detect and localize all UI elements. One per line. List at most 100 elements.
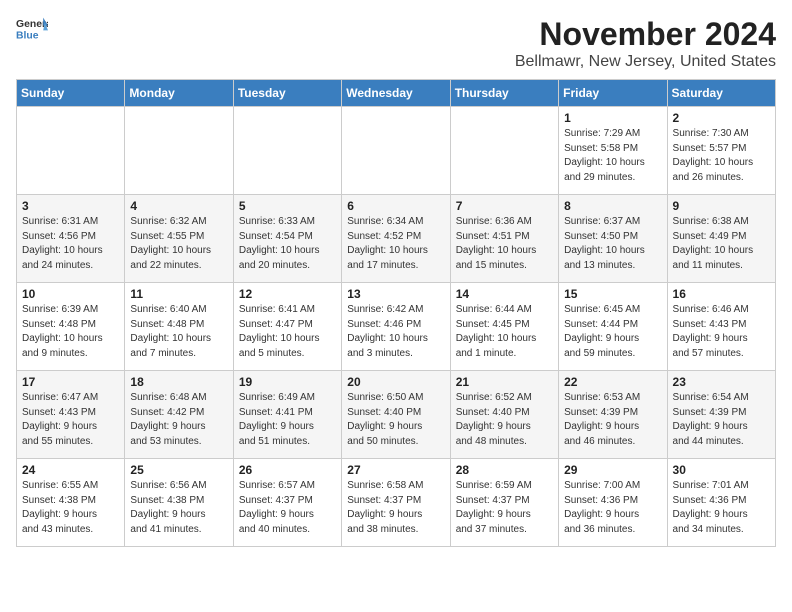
weekday-header-tuesday: Tuesday [233,80,341,107]
day-number: 18 [130,375,227,389]
calendar-cell: 19 Sunrise: 6:49 AM Sunset: 4:41 PM Dayli… [233,371,341,459]
day-number: 9 [673,199,770,213]
calendar-week-1: 1 Sunrise: 7:29 AM Sunset: 5:58 PM Daylig… [17,107,776,195]
svg-text:Blue: Blue [16,30,39,41]
calendar-cell: 14Sunrise: 6:44 AM Sunset: 4:45 PM Dayli… [450,283,558,371]
day-number: 26 [239,463,336,477]
day-number: 12 [239,287,336,301]
weekday-header-row: SundayMondayTuesdayWednesdayThursdayFrid… [17,80,776,107]
calendar-cell [17,107,125,195]
day-info: Sunrise: 6:52 AM Sunset: 4:40 PM Dayligh… [456,391,553,449]
calendar-cell: 8 Sunrise: 6:37 AM Sunset: 4:50 PM Daylig… [559,195,667,283]
header: General Blue November 2024 Bellmawr, New… [16,16,776,71]
day-number: 27 [347,463,444,477]
calendar-cell [125,107,233,195]
calendar-cell [233,107,341,195]
calendar-cell: 29Sunrise: 7:00 AM Sunset: 4:36 PM Dayli… [559,459,667,547]
day-number: 23 [673,375,770,389]
day-number: 10 [22,287,119,301]
day-number: 1 [564,111,661,125]
day-number: 13 [347,287,444,301]
calendar-cell: 23 Sunrise: 6:54 AM Sunset: 4:39 PM Dayli… [667,371,775,459]
calendar-week-4: 17 Sunrise: 6:47 AM Sunset: 4:43 PM Dayli… [17,371,776,459]
calendar-cell: 12 Sunrise: 6:41 AM Sunset: 4:47 PM Dayli… [233,283,341,371]
location-title: Bellmawr, New Jersey, United States [515,53,776,71]
day-info: Sunrise: 6:37 AM Sunset: 4:50 PM Dayligh… [564,215,661,273]
day-number: 19 [239,375,336,389]
calendar-cell: 11Sunrise: 6:40 AM Sunset: 4:48 PM Dayli… [125,283,233,371]
calendar-cell: 21 Sunrise: 6:52 AM Sunset: 4:40 PM Dayli… [450,371,558,459]
calendar-cell: 26Sunrise: 6:57 AM Sunset: 4:37 PM Dayli… [233,459,341,547]
day-number: 20 [347,375,444,389]
calendar-cell: 24Sunrise: 6:55 AM Sunset: 4:38 PM Dayli… [17,459,125,547]
day-number: 4 [130,199,227,213]
day-info: Sunrise: 6:45 AM Sunset: 4:44 PM Dayligh… [564,303,661,361]
weekday-header-monday: Monday [125,80,233,107]
day-info: Sunrise: 6:50 AM Sunset: 4:40 PM Dayligh… [347,391,444,449]
day-info: Sunrise: 6:53 AM Sunset: 4:39 PM Dayligh… [564,391,661,449]
month-title: November 2024 [515,16,776,53]
weekday-header-wednesday: Wednesday [342,80,450,107]
day-number: 15 [564,287,661,301]
calendar-cell: 9 Sunrise: 6:38 AM Sunset: 4:49 PM Daylig… [667,195,775,283]
day-info: Sunrise: 7:29 AM Sunset: 5:58 PM Dayligh… [564,127,661,185]
calendar-week-2: 3 Sunrise: 6:31 AM Sunset: 4:56 PM Daylig… [17,195,776,283]
calendar-cell: 4Sunrise: 6:32 AM Sunset: 4:55 PM Daylig… [125,195,233,283]
title-area: November 2024 Bellmawr, New Jersey, Unit… [515,16,776,71]
calendar-cell: 28Sunrise: 6:59 AM Sunset: 4:37 PM Dayli… [450,459,558,547]
day-info: Sunrise: 6:38 AM Sunset: 4:49 PM Dayligh… [673,215,770,273]
calendar-cell: 7Sunrise: 6:36 AM Sunset: 4:51 PM Daylig… [450,195,558,283]
calendar-cell: 16 Sunrise: 6:46 AM Sunset: 4:43 PM Dayli… [667,283,775,371]
calendar-cell: 5 Sunrise: 6:33 AM Sunset: 4:54 PM Daylig… [233,195,341,283]
day-info: Sunrise: 6:34 AM Sunset: 4:52 PM Dayligh… [347,215,444,273]
day-info: Sunrise: 6:41 AM Sunset: 4:47 PM Dayligh… [239,303,336,361]
calendar-cell: 2Sunrise: 7:30 AM Sunset: 5:57 PM Daylig… [667,107,775,195]
day-number: 29 [564,463,661,477]
day-info: Sunrise: 7:01 AM Sunset: 4:36 PM Dayligh… [673,479,770,537]
weekday-header-saturday: Saturday [667,80,775,107]
calendar-cell: 10Sunrise: 6:39 AM Sunset: 4:48 PM Dayli… [17,283,125,371]
calendar-cell: 17 Sunrise: 6:47 AM Sunset: 4:43 PM Dayli… [17,371,125,459]
day-number: 17 [22,375,119,389]
day-info: Sunrise: 6:49 AM Sunset: 4:41 PM Dayligh… [239,391,336,449]
calendar-cell: 15 Sunrise: 6:45 AM Sunset: 4:44 PM Dayli… [559,283,667,371]
calendar-cell: 13Sunrise: 6:42 AM Sunset: 4:46 PM Dayli… [342,283,450,371]
day-info: Sunrise: 6:40 AM Sunset: 4:48 PM Dayligh… [130,303,227,361]
day-number: 6 [347,199,444,213]
day-number: 24 [22,463,119,477]
calendar-cell: 25Sunrise: 6:56 AM Sunset: 4:38 PM Dayli… [125,459,233,547]
calendar-cell: 30 Sunrise: 7:01 AM Sunset: 4:36 PM Dayli… [667,459,775,547]
day-info: Sunrise: 6:33 AM Sunset: 4:54 PM Dayligh… [239,215,336,273]
calendar-cell: 22 Sunrise: 6:53 AM Sunset: 4:39 PM Dayli… [559,371,667,459]
day-info: Sunrise: 6:44 AM Sunset: 4:45 PM Dayligh… [456,303,553,361]
day-number: 22 [564,375,661,389]
day-info: Sunrise: 6:58 AM Sunset: 4:37 PM Dayligh… [347,479,444,537]
day-info: Sunrise: 6:59 AM Sunset: 4:37 PM Dayligh… [456,479,553,537]
calendar-cell: 18 Sunrise: 6:48 AM Sunset: 4:42 PM Dayli… [125,371,233,459]
day-number: 7 [456,199,553,213]
day-info: Sunrise: 7:30 AM Sunset: 5:57 PM Dayligh… [673,127,770,185]
calendar-week-3: 10Sunrise: 6:39 AM Sunset: 4:48 PM Dayli… [17,283,776,371]
calendar-cell: 20 Sunrise: 6:50 AM Sunset: 4:40 PM Dayli… [342,371,450,459]
day-number: 30 [673,463,770,477]
day-number: 3 [22,199,119,213]
day-number: 5 [239,199,336,213]
day-info: Sunrise: 6:46 AM Sunset: 4:43 PM Dayligh… [673,303,770,361]
calendar-cell: 1 Sunrise: 7:29 AM Sunset: 5:58 PM Daylig… [559,107,667,195]
day-number: 16 [673,287,770,301]
calendar-body: 1 Sunrise: 7:29 AM Sunset: 5:58 PM Daylig… [17,107,776,547]
logo: General Blue [16,16,48,44]
day-number: 21 [456,375,553,389]
day-number: 8 [564,199,661,213]
day-info: Sunrise: 6:48 AM Sunset: 4:42 PM Dayligh… [130,391,227,449]
day-number: 25 [130,463,227,477]
calendar-table: SundayMondayTuesdayWednesdayThursdayFrid… [16,79,776,547]
calendar-cell: 27 Sunrise: 6:58 AM Sunset: 4:37 PM Dayli… [342,459,450,547]
calendar-cell: 6 Sunrise: 6:34 AM Sunset: 4:52 PM Daylig… [342,195,450,283]
day-info: Sunrise: 6:47 AM Sunset: 4:43 PM Dayligh… [22,391,119,449]
logo-icon: General Blue [16,16,48,44]
calendar-cell [450,107,558,195]
day-info: Sunrise: 6:31 AM Sunset: 4:56 PM Dayligh… [22,215,119,273]
day-info: Sunrise: 6:54 AM Sunset: 4:39 PM Dayligh… [673,391,770,449]
calendar-cell: 3 Sunrise: 6:31 AM Sunset: 4:56 PM Daylig… [17,195,125,283]
